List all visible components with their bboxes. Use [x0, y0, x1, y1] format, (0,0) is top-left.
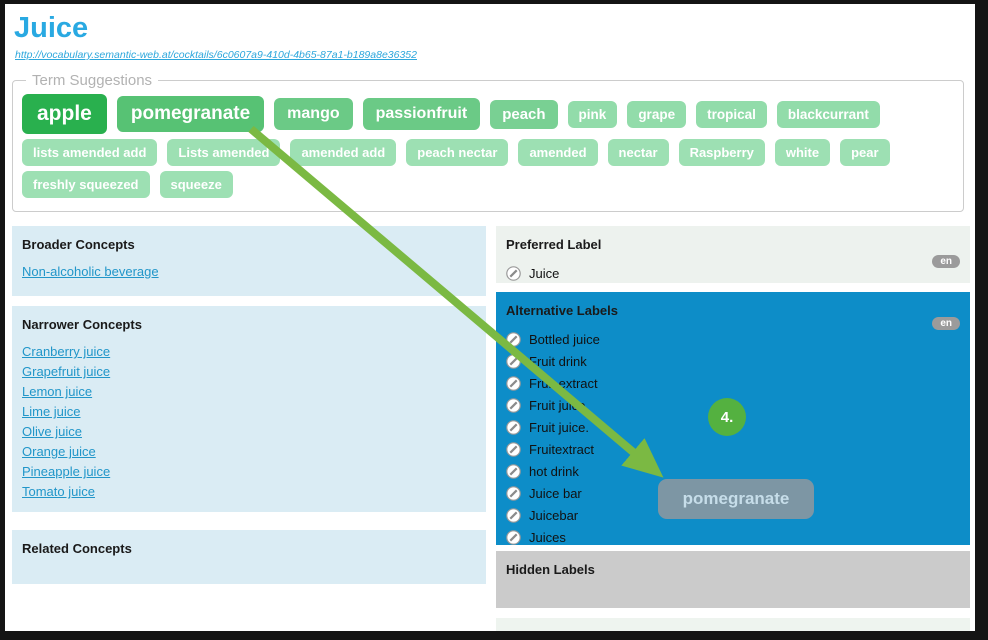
- label-item[interactable]: Juices: [506, 526, 566, 548]
- label-item[interactable]: Juice: [506, 262, 559, 284]
- edit-label-icon[interactable]: [506, 266, 521, 281]
- term-suggestion-tag[interactable]: pomegranate: [117, 96, 264, 132]
- label-text: Bottled juice: [529, 332, 600, 347]
- language-badge: en: [932, 317, 960, 330]
- label-text: hot drink: [529, 464, 579, 479]
- edit-label-icon[interactable]: [506, 464, 521, 479]
- label-item[interactable]: Juicebar: [506, 504, 578, 526]
- term-suggestions-row: lists amended add Lists amended amended ad…: [22, 139, 954, 166]
- edit-label-icon[interactable]: [506, 420, 521, 435]
- term-suggestion-tag[interactable]: mango: [274, 98, 352, 130]
- term-suggestion-tag[interactable]: freshly squeezed: [22, 171, 150, 198]
- edit-label-icon[interactable]: [506, 354, 521, 369]
- label-item[interactable]: Bottled juice: [506, 328, 600, 350]
- concept-link[interactable]: Pineapple juice: [22, 462, 110, 482]
- term-suggestion-tag[interactable]: lists amended add: [22, 139, 157, 166]
- edit-label-icon[interactable]: [506, 376, 521, 391]
- label-text: Juices: [529, 530, 566, 545]
- scope-notes-heading: Scope Notes: [506, 629, 960, 631]
- label-item[interactable]: Fruit extract: [506, 372, 598, 394]
- preferred-label-panel: Preferred Label Juice en: [496, 226, 970, 283]
- term-suggestions-row: freshly squeezed squeeze: [22, 171, 954, 198]
- label-item[interactable]: Fruit drink: [506, 350, 587, 372]
- app-window: Juice http://vocabulary.semantic-web.at/…: [0, 0, 988, 640]
- term-suggestion-tag[interactable]: white: [775, 139, 830, 166]
- label-text: Juicebar: [529, 508, 578, 523]
- step-number-annotation: 4.: [708, 398, 746, 436]
- term-suggestion-tag[interactable]: apple: [22, 94, 107, 134]
- label-text: Fruit extract: [529, 376, 598, 391]
- label-text: Juice: [529, 266, 559, 281]
- term-suggestion-tag[interactable]: nectar: [608, 139, 669, 166]
- label-text: Fruitextract: [529, 442, 594, 457]
- concept-link[interactable]: Cranberry juice: [22, 342, 110, 362]
- edit-label-icon[interactable]: [506, 486, 521, 501]
- label-text: Fruit juice: [529, 398, 585, 413]
- label-item[interactable]: Juice bar: [506, 482, 582, 504]
- term-suggestions-rows: apple pomegranate mango passionfruit peachpi…: [13, 94, 963, 198]
- broader-concepts-panel: Broader Concepts Non-alcoholic beverage: [12, 226, 486, 296]
- term-suggestion-tag[interactable]: peach: [490, 100, 557, 129]
- term-suggestion-tag[interactable]: grape: [627, 101, 686, 128]
- hidden-labels-heading: Hidden Labels: [506, 562, 960, 577]
- edit-label-icon[interactable]: [506, 332, 521, 347]
- term-suggestions-section: Term Suggestions apple pomegranate mangopa…: [12, 72, 964, 212]
- page-title: Juice: [14, 12, 88, 45]
- label-text: Juice bar: [529, 486, 582, 501]
- term-suggestion-tag[interactable]: passionfruit: [363, 98, 481, 130]
- alternative-labels-heading: Alternative Labels: [506, 303, 960, 318]
- concept-uri-link[interactable]: http://vocabulary.semantic-web.at/cockta…: [15, 49, 417, 61]
- narrower-concepts-heading: Narrower Concepts: [22, 317, 476, 332]
- scope-notes-panel: Scope Notes: [496, 618, 970, 631]
- concept-link[interactable]: Orange juice: [22, 442, 96, 462]
- term-suggestion-tag[interactable]: amended add: [290, 139, 396, 166]
- narrower-concepts-panel: Narrower Concepts Cranberry juiceGrapefr…: [12, 306, 486, 512]
- edit-label-icon[interactable]: [506, 442, 521, 457]
- term-suggestion-tag[interactable]: tropical: [696, 101, 767, 128]
- concept-link[interactable]: Lemon juice: [22, 382, 92, 402]
- label-item[interactable]: Fruit juice.: [506, 416, 589, 438]
- edit-label-icon[interactable]: [506, 530, 521, 545]
- related-concepts-heading: Related Concepts: [22, 541, 476, 556]
- language-badge: en: [932, 255, 960, 268]
- term-suggestion-tag[interactable]: blackcurrant: [777, 101, 880, 128]
- label-item[interactable]: Fruitextract: [506, 438, 594, 460]
- label-text: Fruit drink: [529, 354, 587, 369]
- label-text: Fruit juice.: [529, 420, 589, 435]
- preferred-items: Juice: [506, 262, 960, 284]
- term-suggestions-row: apple pomegranate mango passionfruit peachpi…: [22, 94, 954, 134]
- concept-link[interactable]: Tomato juice: [22, 482, 95, 502]
- concept-link[interactable]: Olive juice: [22, 422, 82, 442]
- concept-link[interactable]: Non-alcoholic beverage: [22, 262, 159, 282]
- term-suggestion-tag[interactable]: Raspberry: [679, 139, 765, 166]
- drag-ghost-pomegranate[interactable]: pomegranate: [658, 479, 814, 519]
- concept-link[interactable]: Lime juice: [22, 402, 81, 422]
- related-concepts-panel: Related Concepts: [12, 530, 486, 584]
- concept-detail-view: Juice http://vocabulary.semantic-web.at/…: [5, 4, 975, 631]
- term-suggestion-tag[interactable]: squeeze: [160, 171, 233, 198]
- edit-label-icon[interactable]: [506, 508, 521, 523]
- term-suggestion-tag[interactable]: pink: [568, 101, 618, 128]
- label-item[interactable]: Fruit juice: [506, 394, 585, 416]
- broader-links: Non-alcoholic beverage: [22, 262, 476, 282]
- broader-concepts-heading: Broader Concepts: [22, 237, 476, 252]
- concept-link[interactable]: Grapefruit juice: [22, 362, 110, 382]
- term-suggestion-tag[interactable]: amended: [518, 139, 597, 166]
- term-suggestion-tag[interactable]: pear: [840, 139, 889, 166]
- hidden-labels-panel: Hidden Labels: [496, 551, 970, 608]
- term-suggestions-legend: Term Suggestions: [26, 72, 158, 89]
- label-item[interactable]: hot drink: [506, 460, 579, 482]
- term-suggestion-tag[interactable]: peach nectar: [406, 139, 508, 166]
- edit-label-icon[interactable]: [506, 398, 521, 413]
- term-suggestion-tag[interactable]: Lists amended: [167, 139, 280, 166]
- narrower-links: Cranberry juiceGrapefruit juiceLemon jui…: [22, 342, 476, 502]
- preferred-label-heading: Preferred Label: [506, 237, 960, 252]
